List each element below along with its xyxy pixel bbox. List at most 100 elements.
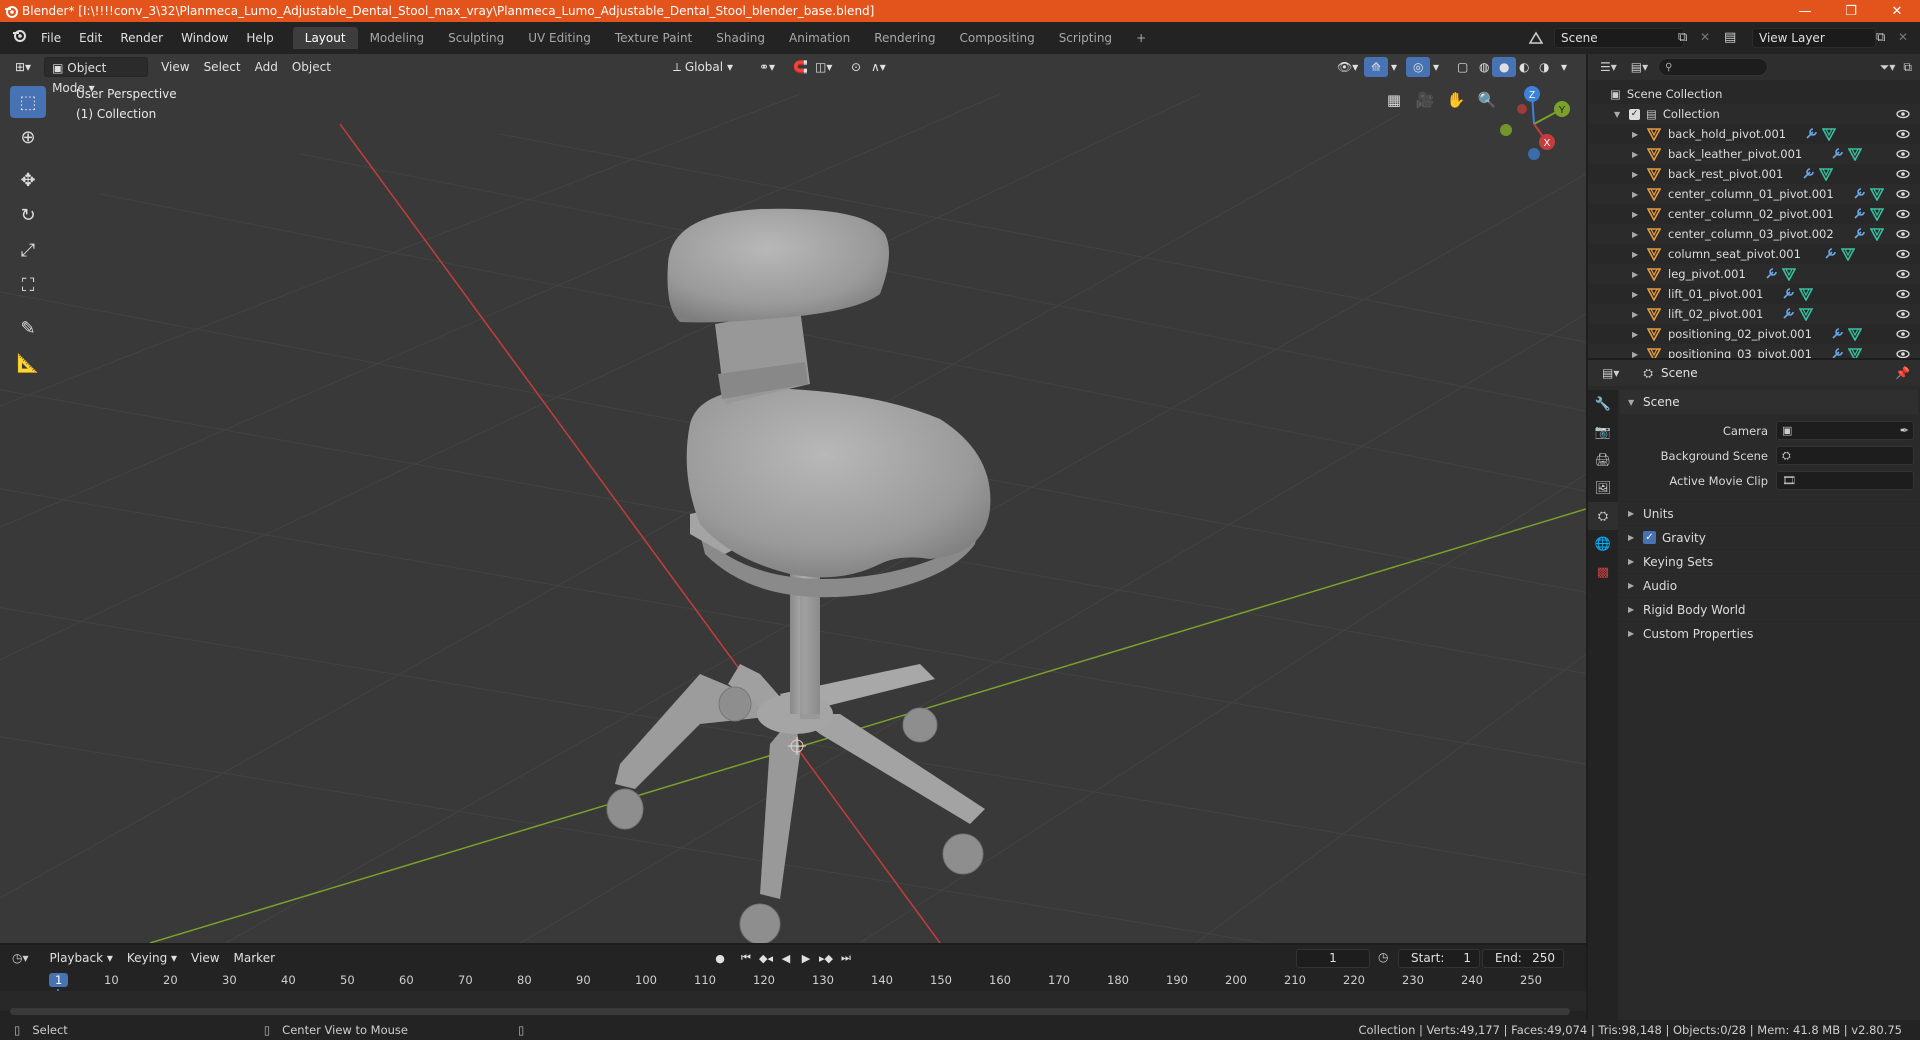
world-tab-icon[interactable]: 🌐 (1588, 530, 1618, 558)
menu-file[interactable]: File (32, 27, 70, 49)
modifier-icon[interactable] (1852, 187, 1866, 201)
overlays-dropdown-icon[interactable]: ▾ (1426, 57, 1446, 77)
minimize-button[interactable]: — (1782, 0, 1828, 22)
clock-icon[interactable]: ◷ (1378, 950, 1388, 964)
tab-scripting[interactable]: Scripting (1047, 27, 1124, 49)
mesh-data-icon[interactable] (1822, 127, 1837, 141)
outliner-item[interactable]: ▶ center_column_03_pivot.002 (1588, 224, 1920, 244)
jump-keyframe-back-icon[interactable]: ◆◂ (756, 949, 776, 967)
menu-help[interactable]: Help (237, 27, 282, 49)
mesh-data-icon[interactable] (1869, 187, 1884, 201)
visibility-icon[interactable]: 👁▾ (1330, 57, 1365, 77)
texture-tab-icon[interactable]: ▩ (1588, 558, 1618, 586)
toggle-grid-icon[interactable]: ▦ (1380, 86, 1408, 114)
pin-icon[interactable]: 📌 (1895, 366, 1910, 380)
rendered-shading-icon[interactable]: ◑ (1532, 57, 1556, 77)
expand-icon[interactable]: ▶ (1632, 170, 1640, 179)
outliner-search-input[interactable]: ⚲ (1658, 58, 1769, 76)
measure-tool-icon[interactable]: 📐 (10, 347, 46, 379)
outliner-item[interactable]: ▶ center_column_01_pivot.001 (1588, 184, 1920, 204)
mesh-data-icon[interactable] (1869, 207, 1884, 221)
tab-shading[interactable]: Shading (704, 27, 777, 49)
transform-orientation-dropdown[interactable]: ⟂ Global ▾ (666, 57, 740, 77)
timeline-view-menu[interactable]: View (184, 948, 226, 968)
audio-panel[interactable]: ▶ Audio (1620, 573, 1918, 597)
outliner-item[interactable]: ▶ positioning_03_pivot.001 (1588, 344, 1920, 358)
tab-texture-paint[interactable]: Texture Paint (603, 27, 704, 49)
new-collection-icon[interactable]: ⧉ (1903, 60, 1912, 75)
tab-sculpting[interactable]: Sculpting (436, 27, 516, 49)
marker-menu[interactable]: Marker (227, 948, 282, 968)
modifier-icon[interactable] (1852, 207, 1866, 221)
viewport-scene[interactable] (0, 54, 1586, 943)
outliner-item[interactable]: ▶ center_column_02_pivot.001 (1588, 204, 1920, 224)
tab-compositing[interactable]: Compositing (947, 27, 1046, 49)
eyedropper-icon[interactable]: ✒ (1900, 424, 1909, 437)
keying-menu[interactable]: Keying ▾ (120, 948, 184, 968)
timeline-editor-type-icon[interactable]: ◷▾ (12, 951, 29, 965)
scene-selector[interactable]: Scene (1554, 28, 1684, 48)
snap-target-icon[interactable]: ◫▾ (808, 57, 839, 77)
properties-editor-type-icon[interactable]: ▤▾ (1602, 366, 1619, 380)
eye-icon[interactable] (1896, 187, 1910, 201)
pivot-point-icon[interactable]: ⚭▾ (752, 57, 782, 77)
delete-scene-icon[interactable]: ✕ (1700, 30, 1710, 44)
jump-start-icon[interactable]: ⏮ (736, 949, 756, 967)
expand-icon[interactable]: ▶ (1632, 190, 1640, 199)
scene-panel-header[interactable]: ▼ Scene (1620, 390, 1918, 414)
outliner-item[interactable]: ▶ positioning_02_pivot.001 (1588, 324, 1920, 344)
play-reverse-icon[interactable]: ◀ (776, 949, 796, 967)
expand-icon[interactable]: ▶ (1632, 330, 1640, 339)
gizmo-dropdown-icon[interactable]: ▾ (1384, 57, 1404, 77)
modifier-icon[interactable] (1830, 327, 1844, 341)
end-frame-field[interactable]: End: 250 (1482, 949, 1564, 968)
record-icon[interactable]: ● (710, 949, 730, 967)
scene-tab-icon[interactable]: ⛭ (1588, 502, 1618, 530)
camera-view-icon[interactable]: 🎥 (1411, 86, 1439, 114)
new-view-layer-icon[interactable]: ⧉ (1876, 30, 1885, 45)
expand-icon[interactable]: ▼ (1614, 110, 1622, 119)
eye-icon[interactable] (1896, 127, 1910, 141)
mesh-data-icon[interactable] (1781, 267, 1796, 281)
mesh-data-icon[interactable] (1869, 227, 1884, 241)
scene-collection-row[interactable]: ▣ Scene Collection (1588, 84, 1920, 104)
jump-keyframe-forward-icon[interactable]: ▸◆ (816, 949, 836, 967)
tool-tab-icon[interactable]: 🔧 (1588, 390, 1618, 418)
modifier-icon[interactable] (1781, 287, 1795, 301)
modifier-icon[interactable] (1801, 167, 1815, 181)
eye-icon[interactable] (1896, 287, 1910, 301)
rotate-tool-icon[interactable]: ↻ (10, 199, 46, 231)
keying-sets-panel[interactable]: ▶ Keying Sets (1620, 549, 1918, 573)
tab-rendering[interactable]: Rendering (862, 27, 947, 49)
modifier-icon[interactable] (1823, 247, 1837, 261)
gravity-checkbox[interactable]: ✓ (1643, 531, 1656, 544)
shading-dropdown-icon[interactable]: ▾ (1554, 57, 1574, 77)
modifier-icon[interactable] (1852, 227, 1866, 241)
output-tab-icon[interactable]: 🖨 (1588, 446, 1618, 474)
pan-view-icon[interactable]: ✋ (1442, 86, 1470, 114)
playback-menu[interactable]: Playback ▾ (43, 948, 120, 968)
scene-type-icon[interactable] (1528, 31, 1544, 45)
expand-icon[interactable]: ▶ (1632, 270, 1640, 279)
mesh-data-icon[interactable] (1848, 147, 1863, 161)
menu-render[interactable]: Render (111, 27, 172, 49)
start-frame-field[interactable]: Start: 1 (1398, 949, 1480, 968)
menu-edit[interactable]: Edit (70, 27, 111, 49)
rigid-body-world-panel[interactable]: ▶ Rigid Body World (1620, 597, 1918, 621)
modifier-icon[interactable] (1781, 307, 1795, 321)
tab-layout[interactable]: Layout (292, 27, 358, 49)
mesh-data-icon[interactable] (1819, 167, 1834, 181)
move-tool-icon[interactable]: ✥ (10, 164, 46, 196)
jump-end-icon[interactable]: ⏭ (836, 949, 856, 967)
mesh-data-icon[interactable] (1799, 287, 1814, 301)
mesh-data-icon[interactable] (1840, 247, 1855, 261)
new-scene-icon[interactable]: ⧉ (1678, 30, 1687, 45)
expand-icon[interactable]: ▶ (1632, 150, 1640, 159)
camera-field[interactable]: ▣ ✒ (1776, 421, 1914, 440)
eye-icon[interactable] (1896, 347, 1910, 358)
view-layer-selector[interactable]: View Layer (1752, 28, 1876, 48)
viewport-menu-add[interactable]: Add (248, 57, 285, 77)
outliner-item[interactable]: ▶ back_hold_pivot.001 (1588, 124, 1920, 144)
tab-uv-editing[interactable]: UV Editing (516, 27, 603, 49)
eye-icon[interactable] (1896, 207, 1910, 221)
